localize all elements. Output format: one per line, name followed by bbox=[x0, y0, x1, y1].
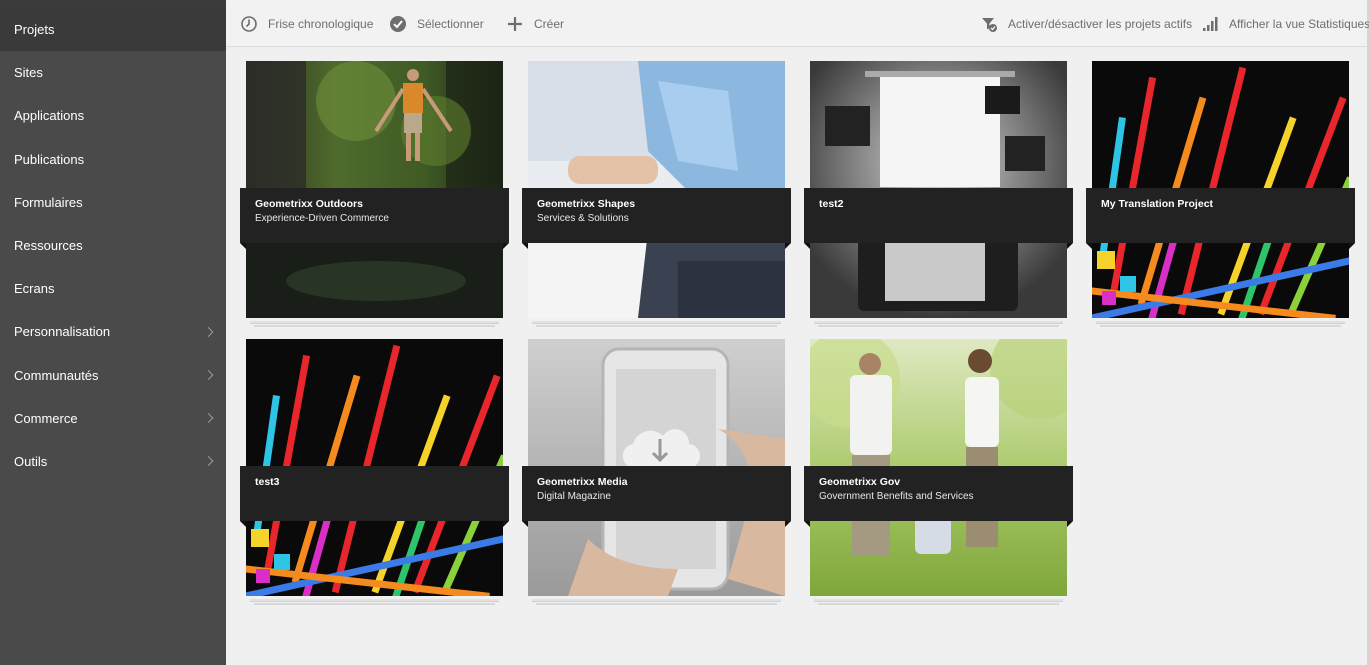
main-content: Frise chronologique Sélectionner Créer A… bbox=[226, 0, 1369, 665]
project-subtitle: Services & Solutions bbox=[537, 213, 629, 224]
project-card[interactable]: Geometrixx Media Digital Magazine bbox=[522, 339, 791, 605]
project-title: Geometrixx Gov bbox=[819, 476, 901, 488]
project-title: Geometrixx Media bbox=[537, 476, 628, 488]
sidebar-item-outils[interactable]: Outils bbox=[0, 440, 226, 483]
sidebar-item-label: Outils bbox=[14, 453, 48, 469]
sidebar-item-publications[interactable]: Publications bbox=[0, 138, 226, 181]
checkmark-circle-icon bbox=[390, 15, 406, 32]
sidebar: Projets Sites Applications Publications … bbox=[0, 0, 226, 665]
sidebar-item-applications[interactable]: Applications bbox=[0, 94, 226, 137]
sidebar-item-label: Sites bbox=[14, 65, 43, 81]
project-card[interactable]: Geometrixx Gov Government Benefits and S… bbox=[804, 339, 1073, 605]
project-title: My Translation Project bbox=[1101, 198, 1214, 210]
select-button[interactable]: Sélectionner bbox=[389, 0, 484, 47]
chevron-right-icon bbox=[203, 456, 214, 467]
filter-check-icon bbox=[982, 17, 997, 32]
project-card[interactable]: test2 bbox=[804, 61, 1073, 327]
project-title: Geometrixx Shapes bbox=[537, 198, 636, 210]
toolbar: Frise chronologique Sélectionner Créer A… bbox=[226, 0, 1369, 47]
select-label: Sélectionner bbox=[417, 16, 484, 31]
chevron-right-icon bbox=[203, 370, 214, 381]
create-label: Créer bbox=[534, 16, 565, 31]
sidebar-item-label: Personnalisation bbox=[14, 324, 111, 340]
clock-icon bbox=[241, 15, 257, 32]
project-subtitle: Experience-Driven Commerce bbox=[255, 213, 389, 224]
create-button[interactable]: Créer bbox=[506, 0, 564, 47]
timeline-button[interactable]: Frise chronologique bbox=[240, 0, 373, 47]
sidebar-item-label: Ecrans bbox=[14, 281, 55, 297]
sidebar-item-ressources[interactable]: Ressources bbox=[0, 224, 226, 267]
plus-icon bbox=[508, 16, 522, 31]
project-label: Geometrixx Outdoors Experience-Driven Co… bbox=[240, 188, 509, 249]
toggle-active-projects-button[interactable]: Activer/désactiver les projets actifs bbox=[980, 0, 1192, 47]
sidebar-item-commerce[interactable]: Commerce bbox=[0, 397, 226, 440]
sidebar-item-label: Applications bbox=[14, 108, 85, 124]
chevron-right-icon bbox=[203, 326, 214, 337]
sidebar-item-projets[interactable]: Projets bbox=[0, 8, 226, 52]
sidebar-item-personnalisation[interactable]: Personnalisation bbox=[0, 310, 226, 353]
sidebar-item-label: Communautés bbox=[14, 367, 99, 383]
project-card[interactable]: Geometrixx Shapes Services & Solutions bbox=[522, 61, 791, 327]
sidebar-item-label: Formulaires bbox=[14, 194, 83, 210]
project-label: My Translation Project bbox=[1086, 188, 1355, 249]
sidebar-nav: Projets Sites Applications Publications … bbox=[0, 8, 226, 483]
project-label: Geometrixx Media Digital Magazine bbox=[522, 466, 791, 527]
project-card[interactable]: Geometrixx Outdoors Experience-Driven Co… bbox=[240, 61, 509, 327]
sidebar-item-sites[interactable]: Sites bbox=[0, 51, 226, 94]
sidebar-item-label: Ressources bbox=[14, 238, 83, 254]
sidebar-item-label: Publications bbox=[14, 151, 85, 167]
project-label: test2 bbox=[804, 188, 1073, 249]
sidebar-item-ecrans[interactable]: Ecrans bbox=[0, 267, 226, 310]
sidebar-item-label: Projets bbox=[14, 22, 55, 38]
project-label: Geometrixx Gov Government Benefits and S… bbox=[804, 466, 1073, 527]
project-title: Geometrixx Outdoors bbox=[255, 198, 363, 210]
bar-chart-icon bbox=[1203, 16, 1218, 31]
toggle-active-label: Activer/désactiver les projets actifs bbox=[1008, 16, 1193, 31]
project-card[interactable]: My Translation Project bbox=[1086, 61, 1355, 327]
sidebar-item-label: Commerce bbox=[14, 410, 78, 426]
statistics-view-button[interactable]: Afficher la vue Statistiques bbox=[1201, 0, 1369, 47]
project-card[interactable]: test3 bbox=[240, 339, 509, 605]
project-label: test3 bbox=[240, 466, 509, 527]
project-subtitle: Government Benefits and Services bbox=[819, 491, 974, 502]
timeline-label: Frise chronologique bbox=[268, 16, 374, 31]
project-subtitle: Digital Magazine bbox=[537, 491, 611, 502]
sidebar-item-formulaires[interactable]: Formulaires bbox=[0, 181, 226, 224]
chevron-right-icon bbox=[203, 413, 214, 424]
project-title: test2 bbox=[819, 198, 844, 210]
project-title: test3 bbox=[255, 476, 280, 488]
stats-label: Afficher la vue Statistiques bbox=[1229, 16, 1369, 31]
sidebar-item-communautes[interactable]: Communautés bbox=[0, 354, 226, 397]
project-label: Geometrixx Shapes Services & Solutions bbox=[522, 188, 791, 249]
